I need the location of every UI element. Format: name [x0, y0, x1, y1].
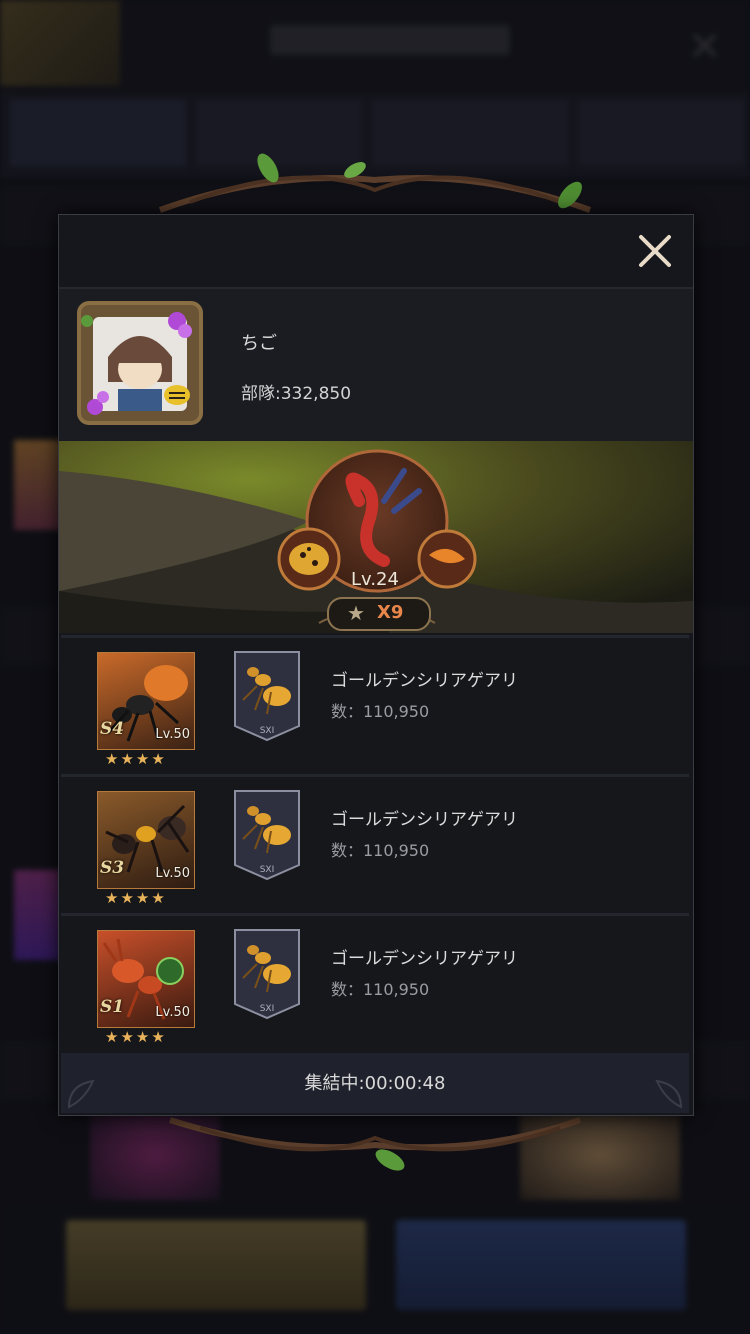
close-icon[interactable]: [637, 233, 673, 269]
unit-tier: S1: [100, 997, 125, 1017]
unit-row[interactable]: S4 Lv.50 ★★★★ SXI ゴールデンシリアゲアリ 数：110,950: [61, 635, 689, 772]
army-name: ゴールデンシリアゲアリ: [331, 671, 518, 691]
leader-banner: Lv.24 ★ X9: [59, 441, 693, 633]
star-icon: ★: [347, 601, 365, 625]
army-name: ゴールデンシリアゲアリ: [331, 949, 518, 969]
army-count: 数：110,950: [331, 841, 430, 860]
unit-stars: ★★★★: [105, 889, 167, 907]
insignia-label: SXI: [259, 1004, 275, 1014]
army-name: ゴールデンシリアゲアリ: [331, 810, 518, 830]
unit-tier: S3: [100, 858, 125, 878]
unit-tier: S4: [100, 719, 125, 739]
unit-row[interactable]: S3 Lv.50 ★★★★ SXI ゴールデンシリアゲアリ 数：110,950: [61, 774, 689, 911]
rally-countdown: 集結中:00:00:48: [304, 1073, 446, 1094]
leader-level: Lv.24: [351, 569, 399, 590]
player-profile: ちご 部隊:332,850: [59, 289, 693, 441]
rally-status-bar: 集結中:00:00:48: [61, 1053, 689, 1113]
unit-stars: ★★★★: [105, 1028, 167, 1046]
insignia-label: SXI: [259, 865, 275, 875]
troop-strength: 部隊:332,850: [241, 384, 352, 404]
unit-level: Lv.50: [155, 727, 190, 742]
dialog-header: [59, 215, 693, 289]
leader-star-count: X9: [377, 602, 404, 623]
unit-portrait[interactable]: S4 Lv.50: [97, 652, 195, 750]
unit-level: Lv.50: [155, 866, 190, 881]
unit-row[interactable]: S1 Lv.50 ★★★★ SXI ゴールデンシリアゲアリ 数：110,950: [61, 913, 689, 1050]
unit-portrait[interactable]: S3 Lv.50: [97, 791, 195, 889]
player-name: ちご: [241, 333, 277, 354]
army-count: 数：110,950: [331, 702, 430, 721]
army-count: 数：110,950: [331, 980, 430, 999]
player-avatar[interactable]: [73, 297, 207, 429]
insignia-label: SXI: [259, 726, 275, 736]
leader-star-badge: ★ X9: [327, 597, 431, 631]
unit-level: Lv.50: [155, 1005, 190, 1020]
rally-detail-dialog: ちご 部隊:332,850 Lv.24 ★ X9 S4 Lv.50 ★★★★ S…: [58, 214, 694, 1116]
unit-stars: ★★★★: [105, 750, 167, 768]
unit-portrait[interactable]: S1 Lv.50: [97, 930, 195, 1028]
